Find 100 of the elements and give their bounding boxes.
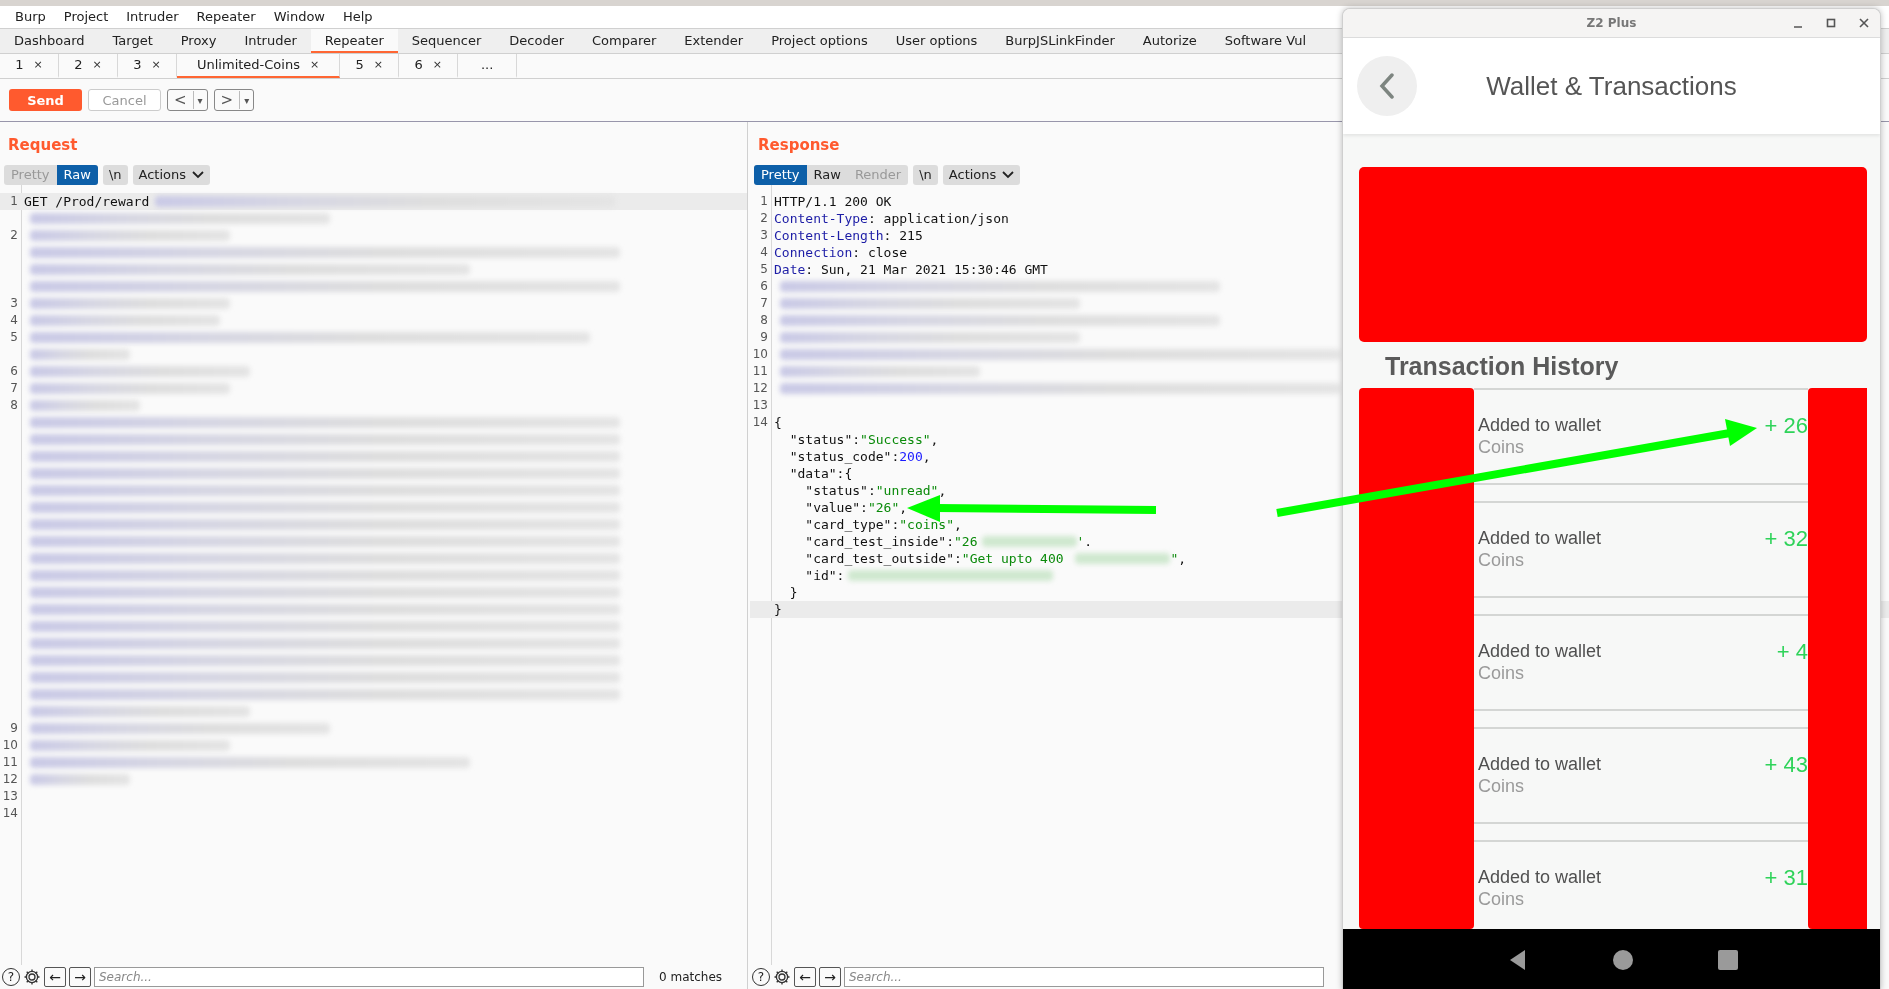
line-number: 7 — [10, 380, 18, 397]
session-tab[interactable]: Unlimited-Coins × — [177, 54, 341, 78]
close-button[interactable]: × — [33, 54, 43, 76]
line-number: 3 — [10, 295, 18, 312]
previous-button[interactable]: ← — [44, 967, 66, 987]
main-tab[interactable]: Proxy — [166, 29, 231, 53]
transaction-title: Added to wallet — [1478, 527, 1602, 549]
match-count: 0 matches — [658, 970, 723, 984]
line-number: 10 — [2, 737, 18, 754]
close-button[interactable]: × — [151, 54, 161, 76]
next-button[interactable]: → — [819, 967, 841, 987]
search-field[interactable]: Search... — [844, 967, 1324, 987]
line-number: 9 — [760, 329, 768, 346]
dropdown-caret[interactable]: ▾ — [193, 94, 207, 106]
search-field[interactable]: Search... — [94, 967, 644, 987]
transaction-amount: + 43 — [1764, 753, 1808, 777]
code-line: Content-Length: 215 — [773, 227, 923, 244]
session-tab[interactable]: 5 × — [340, 54, 400, 78]
transaction-amount: + 31 — [1764, 866, 1808, 890]
line-number: 11 — [752, 363, 768, 380]
view-tab[interactable]: Pretty — [754, 165, 807, 185]
menu-item[interactable]: Window — [264, 7, 334, 27]
section-title: Transaction History — [1384, 351, 1620, 382]
menu-item[interactable]: Project — [54, 7, 118, 27]
line-number: 13 — [752, 397, 768, 414]
transaction-subtitle: Coins — [1478, 775, 1526, 798]
main-tab[interactable]: Project options — [757, 29, 882, 53]
transaction-title: Added to wallet — [1478, 414, 1602, 436]
history-back-button[interactable]: < ▾ — [167, 89, 208, 111]
close-button[interactable]: × — [309, 54, 320, 76]
next-button[interactable]: → — [69, 967, 91, 987]
settings-icon — [773, 968, 791, 986]
transaction-title: Added to wallet — [1478, 640, 1602, 662]
main-tab[interactable]: Target — [98, 29, 167, 53]
main-tab[interactable]: Dashboard — [0, 29, 99, 53]
code-line: GET /Prod/reward — [22, 193, 616, 210]
line-number: 2 — [760, 210, 768, 227]
newline-toggle[interactable]: \n — [102, 165, 128, 185]
main-tab[interactable]: Extender — [670, 29, 758, 53]
screen-title: Wallet & Transactions — [1485, 70, 1738, 102]
code-line: "status":"unread", — [804, 482, 947, 499]
main-tab[interactable]: Comparer — [578, 29, 671, 53]
actions-button[interactable]: Actions — [942, 165, 1021, 185]
maximize-icon[interactable] — [1825, 17, 1837, 29]
line-number: 2 — [10, 227, 18, 244]
close-icon[interactable] — [1858, 17, 1870, 29]
overview-square-icon[interactable] — [1715, 947, 1740, 972]
main-tab[interactable]: Repeater — [310, 29, 398, 53]
code-line: Content-Type: application/json — [773, 210, 1009, 227]
transaction-title: Added to wallet — [1478, 866, 1602, 888]
session-tab[interactable]: 2 × — [59, 54, 118, 78]
pane-title: Response — [757, 135, 841, 155]
menu-item[interactable]: Help — [334, 7, 382, 27]
main-tab[interactable]: Intruder — [230, 29, 311, 53]
session-tab[interactable]: ... — [458, 54, 518, 78]
session-tab[interactable]: 6 × — [399, 54, 459, 78]
menu-item[interactable]: Burp — [6, 7, 55, 27]
main-tab[interactable]: Software Vul — [1210, 29, 1321, 53]
main-tab[interactable]: Decoder — [495, 29, 579, 53]
session-tab[interactable]: 3 × — [118, 54, 177, 78]
session-tab[interactable]: 1 × — [0, 54, 59, 78]
close-button[interactable]: × — [92, 54, 102, 76]
menu-item[interactable]: Intruder — [117, 7, 188, 27]
previous-button[interactable]: ← — [794, 967, 816, 987]
chevron-down-icon — [192, 171, 205, 179]
view-tab[interactable]: Raw — [806, 165, 848, 185]
main-tab[interactable]: Sequencer — [397, 29, 496, 53]
code-line: Connection: close — [773, 244, 908, 261]
line-number: 5 — [10, 329, 18, 346]
code-line: Date: Sun, 21 Mar 2021 15:30:46 GMT — [773, 261, 1048, 278]
code-line: } — [773, 601, 782, 618]
main-tab[interactable]: User options — [881, 29, 992, 53]
home-circle-icon[interactable] — [1611, 947, 1636, 972]
main-tab[interactable]: Autorize — [1128, 29, 1211, 53]
history-forward-button[interactable]: > ▾ — [213, 89, 255, 111]
line-number: 1 — [760, 193, 768, 210]
pane-title: Request — [7, 135, 79, 155]
line-number: 1 — [10, 193, 18, 210]
transaction-title: Added to wallet — [1478, 753, 1602, 775]
line-number: 12 — [752, 380, 768, 397]
line-number: 6 — [760, 278, 768, 295]
actions-button[interactable]: Actions — [132, 165, 211, 185]
view-tab[interactable]: Raw — [56, 165, 98, 185]
transaction-subtitle: Coins — [1478, 888, 1526, 911]
menu-item[interactable]: Repeater — [187, 7, 265, 27]
transaction-subtitle: Coins — [1478, 436, 1526, 459]
close-button[interactable]: × — [373, 54, 383, 76]
code-line: "id": — [772, 567, 1054, 584]
transaction-subtitle: Coins — [1478, 549, 1526, 572]
dropdown-caret[interactable]: ▾ — [240, 94, 254, 106]
newline-toggle[interactable]: \n — [913, 165, 938, 185]
close-button[interactable]: × — [432, 54, 442, 76]
line-number: 8 — [760, 312, 768, 329]
line-number: 14 — [752, 414, 768, 431]
transaction-amount: + 26 — [1764, 414, 1808, 438]
line-number: 4 — [760, 244, 768, 261]
code-line: "status":"Success", — [788, 431, 939, 448]
window-title: Z2 Plus — [1586, 16, 1637, 30]
line-number: 7 — [760, 295, 768, 312]
main-tab[interactable]: BurpJSLinkFinder — [991, 29, 1129, 53]
